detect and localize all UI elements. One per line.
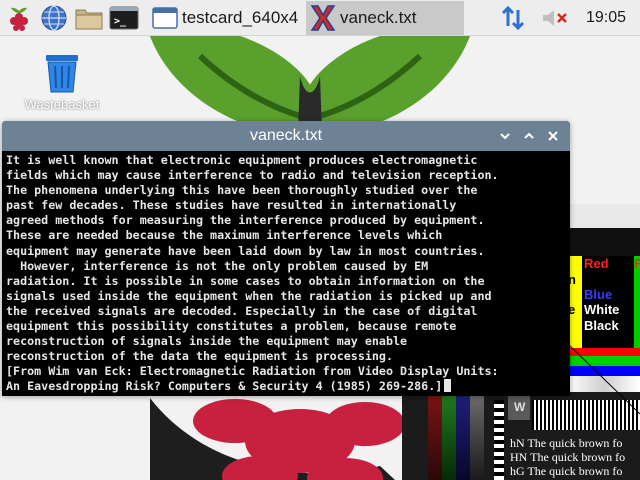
text-line: reconstruction of the data the equipment…: [6, 349, 394, 364]
taskbar: >_ testcard_640x4 vaneck.txt 19:05: [0, 0, 640, 36]
text-line: reconstruction of signals inside the equ…: [6, 334, 408, 349]
raspberry-menu-icon[interactable]: [3, 2, 35, 34]
minimize-chevron-icon[interactable]: [494, 125, 516, 147]
desktop-icon-label: Wastebasket: [24, 97, 100, 112]
image-viewer-icon: [152, 6, 178, 29]
terminal-icon[interactable]: >_: [108, 2, 140, 34]
sample-text-line: hN The quick brown fo: [510, 436, 623, 450]
label-black: Black: [584, 318, 619, 333]
text-line: signals used inside the equipment when t…: [6, 288, 492, 303]
window-controls: [492, 121, 564, 151]
sample-text-line: HN The quick brown fo: [510, 450, 626, 464]
text-line: It is well known that electronic equipme…: [6, 153, 478, 167]
file-manager-folder-icon[interactable]: [73, 2, 105, 34]
desktop-icon-wastebasket[interactable]: Wastebasket: [14, 50, 110, 112]
dark-red-column: [428, 396, 442, 480]
text-line: equipment may generate have been laid do…: [6, 243, 485, 258]
raspberry-berry: [325, 402, 405, 446]
testcard-black-band: [568, 228, 640, 256]
system-tray: 19:05: [500, 0, 640, 36]
sample-text-line: hG The quick brown fo: [510, 464, 623, 478]
frequency-checker: [494, 400, 504, 480]
text-line: These are needed because the maximum int…: [6, 228, 443, 243]
text-line-last: An Eavesdropping Risk? Computers & Secur…: [6, 379, 566, 394]
text-area[interactable]: It is well known that electronic equipme…: [2, 151, 570, 396]
close-x-icon[interactable]: [542, 125, 564, 147]
window-title: vaneck.txt: [249, 127, 323, 144]
text-line: equipment this possibility constitutes a…: [6, 319, 457, 334]
task-label: testcard_640x4: [182, 7, 299, 27]
svg-text:>_: >_: [114, 16, 127, 27]
text-line: However, interference is not the only pr…: [6, 258, 429, 273]
label-blue: Blue: [584, 287, 613, 302]
text-line: agreed methods for measuring the interfe…: [6, 213, 485, 228]
label-white: White: [584, 302, 620, 317]
dark-green-column: [442, 396, 456, 480]
task-vaneck[interactable]: vaneck.txt: [306, 0, 464, 35]
task-testcard[interactable]: testcard_640x4: [148, 1, 306, 35]
text-line: The phenomena underlying this have been …: [6, 183, 478, 198]
web-browser-globe-icon[interactable]: [38, 2, 70, 34]
text-line: [From Wim van Eck: Electromagnetic Radia…: [6, 364, 499, 379]
trash-bin-icon: [46, 55, 78, 93]
task-label: vaneck.txt: [340, 7, 417, 27]
text-line: An Eavesdropping Risk? Computers & Secur…: [6, 379, 443, 394]
maximize-chevron-icon[interactable]: [518, 125, 540, 147]
network-arrows-icon[interactable]: [500, 5, 526, 31]
label-f: F: [634, 256, 640, 271]
text-line: fields which may cause interference to r…: [6, 168, 499, 183]
volume-muted-icon[interactable]: [540, 5, 570, 31]
text-line: radiation. It is possible in some cases …: [6, 273, 485, 288]
diagonal-line: [568, 344, 640, 414]
dark-grey-column: [470, 396, 484, 480]
dark-blue-column: [456, 396, 470, 480]
text-line: the received signals are decoded. Especi…: [6, 303, 478, 318]
text-cursor: [444, 379, 452, 393]
clock[interactable]: 19:05: [586, 9, 626, 27]
text-line: past few decades. These studies have res…: [6, 198, 457, 213]
label-red: Red: [584, 256, 609, 271]
text-editor-x-icon: [310, 4, 336, 31]
editor-window[interactable]: vaneck.txt It is well known that electro…: [2, 121, 570, 396]
window-titlebar[interactable]: vaneck.txt: [2, 121, 570, 151]
label-w: W: [514, 400, 526, 414]
raspberry-berry: [193, 399, 277, 443]
